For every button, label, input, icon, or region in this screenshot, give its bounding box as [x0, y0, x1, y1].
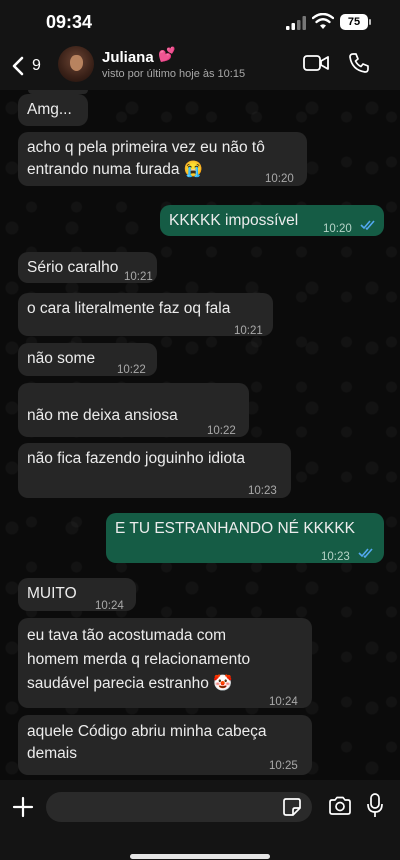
- message-bubble-incoming[interactable]: não fica fazendo joguinho idiota 10:23: [18, 443, 291, 498]
- last-seen-status: visto por último hoje às 10:15: [102, 68, 246, 80]
- message-text: não fica fazendo joguinho idiota: [27, 450, 246, 467]
- message-time: 10:22: [117, 364, 146, 376]
- sticker-icon[interactable]: [282, 797, 302, 817]
- camera-icon[interactable]: [328, 796, 352, 816]
- message-time: 10:23: [321, 551, 350, 563]
- back-button[interactable]: 9: [10, 52, 50, 82]
- message-text: eu tava tão acostumada com homem merda q…: [27, 627, 251, 692]
- message-text: não me deixa ansiosa: [27, 407, 178, 424]
- message-time: 10:20: [323, 223, 352, 235]
- message-text: MUITO: [27, 585, 77, 602]
- battery-tip: [369, 19, 371, 25]
- contact-emoji: 💕: [158, 46, 176, 62]
- message-text: aquele Código abriu minha cabeça demais: [27, 723, 267, 762]
- message-bubble-outgoing[interactable]: E TU ESTRANHANDO NÉ KKKKK 10:23: [106, 513, 384, 563]
- back-chevron-icon: [12, 56, 24, 76]
- message-time: 10:24: [269, 696, 298, 708]
- contact-name[interactable]: Juliana: [102, 49, 154, 66]
- signal-icon: [286, 16, 306, 30]
- message-time: 10:21: [124, 271, 153, 283]
- message-text: KKKKK impossível: [169, 212, 299, 229]
- status-bar: 09:34 75: [0, 0, 400, 46]
- read-receipt-icon: [360, 220, 375, 230]
- phone-icon[interactable]: [348, 52, 370, 74]
- message-text: Amg...: [27, 101, 72, 118]
- message-bubble-incoming[interactable]: Sério caralho 10:21: [18, 252, 157, 283]
- message-bubble-incoming[interactable]: não some 10:22: [18, 343, 157, 376]
- message-bubble-incoming[interactable]: eu tava tão acostumada com homem merda q…: [18, 618, 312, 708]
- read-receipt-icon: [358, 548, 373, 558]
- message-bubble-incoming[interactable]: acho q pela primeira vez eu não tô entra…: [18, 132, 307, 186]
- message-time: 10:21: [234, 325, 263, 337]
- message-text: E TU ESTRANHANDO NÉ KKKKK: [115, 520, 356, 537]
- avatar-face: [70, 55, 83, 71]
- message-time: 10:25: [269, 760, 298, 772]
- message-text: acho q pela primeira vez eu não tô entra…: [27, 139, 265, 178]
- message-bubble-incoming[interactable]: aquele Código abriu minha cabeça demais …: [18, 715, 312, 775]
- message-bubble-outgoing[interactable]: KKKKK impossível 10:20: [160, 205, 384, 236]
- message-bubble-incoming[interactable]: o cara literalmente faz oq fala 10:21: [18, 293, 273, 337]
- message-text: não some: [27, 350, 96, 367]
- message-bubble-incoming[interactable]: MUITO 10:24: [18, 578, 136, 612]
- message-input[interactable]: [46, 792, 312, 822]
- message-bubble-incoming[interactable]: não me deixa ansiosa 10:22: [18, 383, 249, 437]
- chat-header: 9 Juliana 💕 visto por último hoje às 10:…: [0, 46, 400, 90]
- message-time: 10:22: [207, 425, 236, 437]
- chat-area[interactable]: Amg... acho q pela primeira vez eu não t…: [0, 90, 400, 780]
- message-time: 10:23: [248, 485, 277, 497]
- message-time: 10:24: [95, 600, 124, 612]
- battery-indicator: 75: [340, 14, 368, 30]
- plus-icon[interactable]: [12, 796, 34, 818]
- message-input-bar: [0, 780, 400, 860]
- message-time: 10:20: [265, 173, 294, 185]
- status-time: 09:34: [46, 12, 93, 32]
- message-text: Sério caralho: [27, 259, 119, 276]
- home-indicator: [130, 854, 270, 859]
- avatar[interactable]: [58, 46, 94, 82]
- unread-count: 9: [32, 57, 41, 74]
- microphone-icon[interactable]: [366, 793, 384, 819]
- message-bubble-incoming[interactable]: Amg...: [18, 94, 88, 126]
- wifi-icon: [312, 13, 334, 29]
- video-call-icon[interactable]: [303, 54, 329, 72]
- message-text: o cara literalmente faz oq fala: [27, 300, 231, 317]
